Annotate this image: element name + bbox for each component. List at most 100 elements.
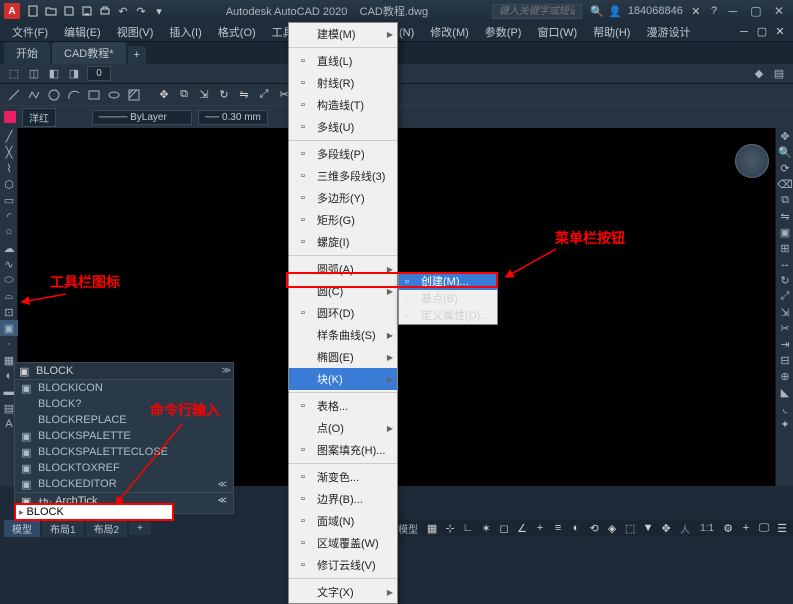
customize-icon[interactable]: ☰ <box>775 521 789 535</box>
explode-icon[interactable]: ✦ <box>776 416 793 432</box>
close-button[interactable]: ✕ <box>769 4 789 18</box>
view-cube-icon[interactable] <box>735 144 769 178</box>
menu-parametric[interactable]: 参数(P) <box>477 22 530 42</box>
app-logo-icon[interactable]: A <box>4 3 20 19</box>
ellipse-icon[interactable] <box>105 86 123 104</box>
line-icon[interactable] <box>5 86 23 104</box>
help-search-input[interactable] <box>492 4 582 19</box>
tab-add-layout[interactable]: + <box>129 522 151 535</box>
dyn-icon[interactable]: + <box>533 521 547 535</box>
pline-icon[interactable] <box>25 86 43 104</box>
point-tool-icon[interactable]: · <box>0 336 18 352</box>
menu-item-S[interactable]: 样条曲线(S)▶ <box>289 324 397 346</box>
menu-insert[interactable]: 插入(I) <box>161 22 209 42</box>
user-icon[interactable]: 👤 <box>608 4 622 18</box>
chamfer-icon[interactable]: ◣ <box>776 384 793 400</box>
gear-icon[interactable]: ⚙ <box>721 521 735 535</box>
menu-item-D[interactable]: ▫圆环(D) <box>289 302 397 324</box>
menu-item-H[interactable]: ▫图案填充(H)... <box>289 439 397 461</box>
rect-icon[interactable] <box>85 86 103 104</box>
sb-model[interactable]: 模型 <box>395 521 421 536</box>
tool-icon[interactable]: ◨ <box>66 66 82 82</box>
cmd-suggestion[interactable]: BLOCKREPLACE <box>15 412 233 428</box>
lineweight-select[interactable]: ── 0.30 mm <box>198 110 268 125</box>
ducs-icon[interactable]: ⬚ <box>623 521 637 535</box>
revcloud-tool-icon[interactable]: ☁ <box>0 240 18 256</box>
circle-icon[interactable] <box>45 86 63 104</box>
linetype-select[interactable]: ──── ByLayer <box>92 110 192 125</box>
menu-window[interactable]: 窗口(W) <box>529 22 585 42</box>
tab-cad-tutorial[interactable]: CAD教程* <box>52 42 126 64</box>
ortho-icon[interactable]: ∟ <box>461 521 475 535</box>
menu-item-P[interactable]: ▫多段线(P) <box>289 143 397 165</box>
menu-item-I[interactable]: ▫螺旋(I) <box>289 231 397 253</box>
menu-item-B[interactable]: ▫边界(B)... <box>289 488 397 510</box>
menu-item-A[interactable]: 圆弧(A)▶ <box>289 258 397 280</box>
color-swatch-icon[interactable] <box>4 111 16 123</box>
move-icon[interactable]: ↔ <box>776 256 793 272</box>
plus-icon[interactable]: + <box>739 521 753 535</box>
qat-saveas-icon[interactable] <box>80 4 94 18</box>
cycling-icon[interactable]: ⟲ <box>587 521 601 535</box>
array-icon[interactable]: ⊞ <box>776 240 793 256</box>
copy-icon[interactable]: ⧉ <box>776 192 793 208</box>
tab-layout1[interactable]: 布局1 <box>42 520 84 537</box>
nav-orbit-icon[interactable]: ⟳ <box>776 160 793 176</box>
move-icon[interactable]: ✥ <box>155 86 173 104</box>
menu-item-M[interactable]: 建模(M)▶ <box>289 23 397 45</box>
osnap-icon[interactable]: ◻ <box>497 521 511 535</box>
rotate-icon[interactable]: ↻ <box>776 272 793 288</box>
cmd-suggestion[interactable]: ▣BLOCKSPALETTE <box>15 428 233 444</box>
mirror-icon[interactable]: ⇋ <box>776 208 793 224</box>
sel-filter-icon[interactable]: ▼ <box>641 521 655 535</box>
menu-item-N[interactable]: ▫面域(N) <box>289 510 397 532</box>
layer-zero[interactable]: 0 <box>87 66 111 81</box>
join-icon[interactable]: ⊕ <box>776 368 793 384</box>
command-line-input[interactable] <box>27 506 169 518</box>
menu-help[interactable]: 帮助(H) <box>585 22 638 42</box>
menu-edit[interactable]: 编辑(E) <box>56 22 109 42</box>
rotate-icon[interactable]: ↻ <box>215 86 233 104</box>
a360-icon[interactable]: ✕ <box>689 4 703 18</box>
cmd-suggestion[interactable]: BLOCK? <box>15 396 233 412</box>
monitor-icon[interactable]: 🖵 <box>757 521 771 535</box>
menu-item-U[interactable]: ▫多线(U) <box>289 116 397 138</box>
hatch-icon[interactable] <box>125 86 143 104</box>
menu-item-V[interactable]: ▫修订云线(V) <box>289 554 397 576</box>
qat-save-icon[interactable] <box>62 4 76 18</box>
grid-icon[interactable]: ▦ <box>425 521 439 535</box>
rect-tool-icon[interactable]: ▭ <box>0 192 18 208</box>
tab-start[interactable]: 开始 <box>4 42 50 64</box>
3dosnap-icon[interactable]: ◈ <box>605 521 619 535</box>
transparency-icon[interactable]: ◐ <box>569 521 583 535</box>
fillet-icon[interactable]: ◟ <box>776 400 793 416</box>
trim-icon[interactable]: ✂ <box>776 320 793 336</box>
spline-tool-icon[interactable]: ∿ <box>0 256 18 272</box>
circle-tool-icon[interactable]: ○ <box>0 224 18 240</box>
submenu-item-basepoint[interactable]: ▫基点(B) <box>399 290 497 307</box>
block-make-tool-icon[interactable]: ▣ <box>0 320 18 336</box>
extend-icon[interactable]: ⇥ <box>776 336 793 352</box>
cmd-suggestion[interactable]: ▣BLOCKICON <box>15 380 233 396</box>
arc-icon[interactable] <box>65 86 83 104</box>
cmd-suggestion[interactable]: ▣BLOCKSPALETTECLOSE <box>15 444 233 460</box>
maximize-button[interactable]: ▢ <box>746 4 766 18</box>
menu-item-L[interactable]: ▫直线(L) <box>289 50 397 72</box>
qat-new-icon[interactable] <box>26 4 40 18</box>
submenu-item-block-make[interactable]: ▫创建(M)... <box>399 273 497 290</box>
search-icon[interactable]: 🔍 <box>590 4 604 18</box>
menu-item-O[interactable]: 点(O)▶ <box>289 417 397 439</box>
nav-zoom-icon[interactable]: 🔍 <box>776 144 793 160</box>
menu-file[interactable]: 文件(F) <box>4 22 56 42</box>
gizmo-icon[interactable]: ✥ <box>659 521 673 535</box>
qat-print-icon[interactable] <box>98 4 112 18</box>
mirror-icon[interactable]: ⇋ <box>235 86 253 104</box>
menu-modify[interactable]: 修改(M) <box>422 22 477 42</box>
ellipse-arc-tool-icon[interactable]: ⌓ <box>0 288 18 304</box>
break-icon[interactable]: ⊟ <box>776 352 793 368</box>
menu-item-K[interactable]: 块(K)▶ <box>289 368 397 390</box>
scale-icon[interactable]: ⤢ <box>776 288 793 304</box>
cmd-suggestion[interactable]: ▣BLOCKEDITOR≪ <box>15 476 233 492</box>
menu-express[interactable]: 漫游设计 <box>638 22 698 42</box>
snap-icon[interactable]: ⊹ <box>443 521 457 535</box>
